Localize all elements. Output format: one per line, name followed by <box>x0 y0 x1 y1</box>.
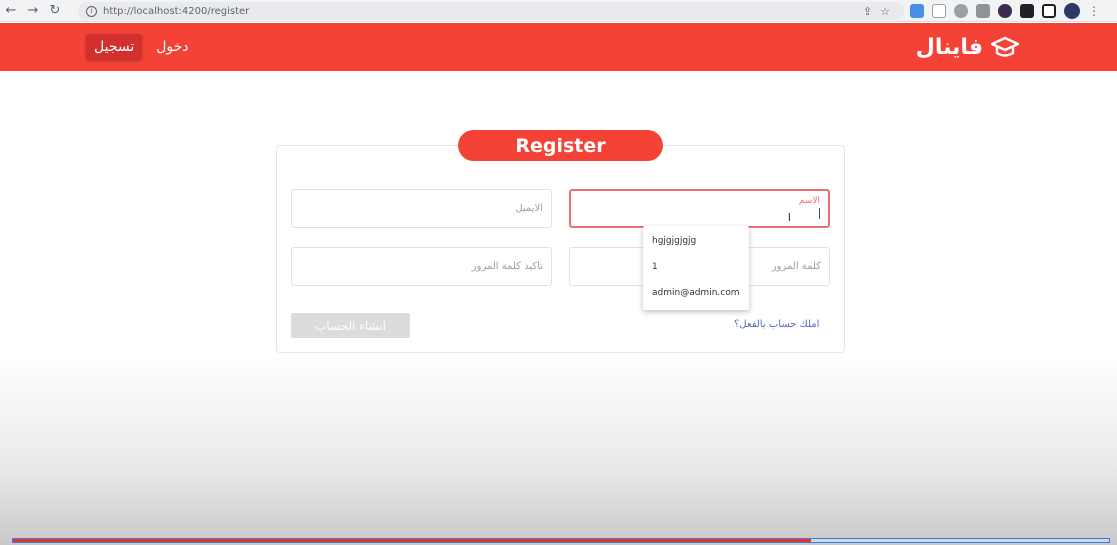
graduation-cap-icon <box>991 36 1019 57</box>
extension-icon[interactable] <box>998 4 1012 18</box>
shield-extension-icon[interactable] <box>932 4 946 18</box>
address-bar[interactable]: i http://localhost:4200/register ⇪ ☆ <box>78 2 904 20</box>
brand-name: فاينال <box>915 34 983 60</box>
have-account-link[interactable]: املك حساب بالفعل؟ <box>734 319 819 330</box>
nav-login-link[interactable]: دخول <box>148 34 196 60</box>
nav-register-link[interactable]: تسجيل <box>86 34 143 60</box>
bookmark-star-icon[interactable]: ☆ <box>880 5 890 18</box>
browser-toolbar: ← → ↻ i http://localhost:4200/register ⇪… <box>0 0 1117 22</box>
side-panel-icon[interactable] <box>1042 4 1056 18</box>
email-field[interactable]: الايميل <box>291 189 552 228</box>
password-field-placeholder: كلمة المرور <box>771 261 821 272</box>
nav-links: تسجيل دخول <box>86 34 197 60</box>
app-navbar: فاينال تسجيل دخول <box>0 23 1117 71</box>
extension-icon[interactable] <box>976 4 990 18</box>
confirm-password-field[interactable]: تاكيد كلمة المرور <box>291 247 552 286</box>
reload-icon[interactable]: ↻ <box>44 0 66 22</box>
text-caret <box>819 208 820 219</box>
back-icon[interactable]: ← <box>0 0 22 22</box>
register-title: Register <box>458 130 663 161</box>
site-info-icon[interactable]: i <box>86 5 97 17</box>
ibeam-cursor-icon: I <box>787 211 791 224</box>
browser-menu-icon[interactable]: ⋮ <box>1088 4 1100 18</box>
name-field-label: الاسم <box>798 196 820 206</box>
email-field-placeholder: الايميل <box>515 203 543 214</box>
autocomplete-option[interactable]: admin@admin.com <box>643 286 749 312</box>
autocomplete-option[interactable]: 1 <box>643 260 749 286</box>
url-text[interactable]: http://localhost:4200/register <box>103 6 249 17</box>
confirm-password-placeholder: تاكيد كلمة المرور <box>471 261 543 272</box>
profile-avatar[interactable] <box>1064 3 1080 19</box>
extension-icon[interactable] <box>910 4 924 18</box>
autocomplete-option[interactable]: hgjgjgjgjg <box>643 234 749 260</box>
puzzle-icon[interactable] <box>1020 4 1034 18</box>
forward-icon[interactable]: → <box>22 0 44 22</box>
brand[interactable]: فاينال <box>916 33 1019 61</box>
autocomplete-dropdown: hgjgjgjgjg 1 admin@admin.com <box>643 226 749 310</box>
name-field[interactable]: الاسم I <box>569 189 830 228</box>
extensions-area: ⋮ <box>910 3 1100 19</box>
video-progress-fill <box>13 539 811 542</box>
background-fade <box>0 355 1117 545</box>
share-icon[interactable]: ⇪ <box>863 5 872 18</box>
video-progress-bar[interactable] <box>12 538 1110 543</box>
extension-icon[interactable] <box>954 4 968 18</box>
create-account-button[interactable]: انشاء الحساب <box>291 313 410 338</box>
